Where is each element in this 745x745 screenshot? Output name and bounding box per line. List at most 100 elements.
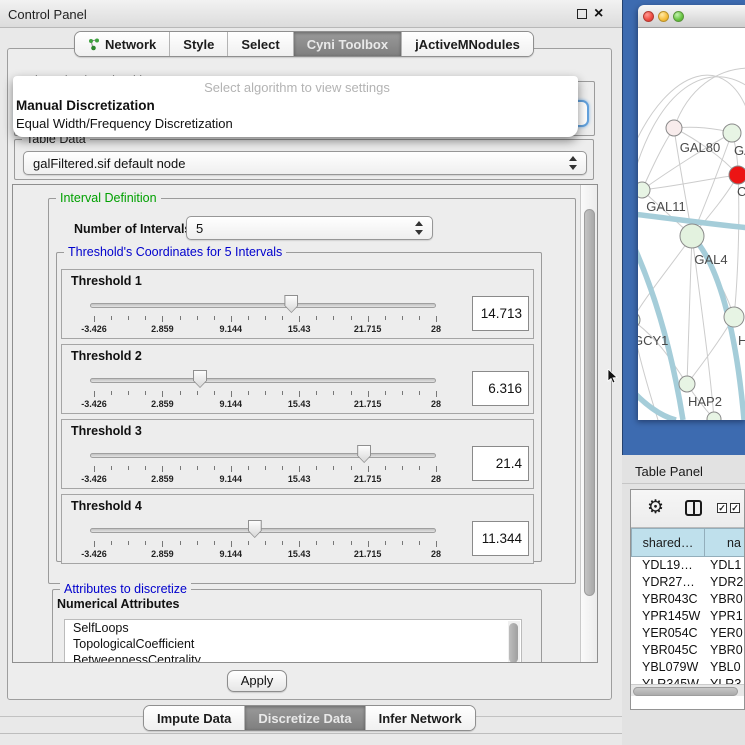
slider-tick	[111, 466, 112, 470]
attribute-list-item[interactable]: SelfLoops	[65, 620, 521, 636]
table-row[interactable]: YBL079WYBL0	[631, 659, 745, 676]
threshold-value-field[interactable]: 6.316	[472, 371, 529, 406]
slider-tick	[436, 541, 437, 547]
column-header-shared-name[interactable]: shared…	[631, 528, 705, 557]
slider-tick-label: 21.715	[354, 549, 382, 559]
threshold-slider-thumb[interactable]	[284, 295, 298, 313]
network-edge[interactable]	[687, 236, 692, 384]
algorithm-option[interactable]: Equal Width/Frequency Discretization	[13, 115, 578, 133]
threshold-value-field[interactable]: 11.344	[472, 521, 529, 556]
node-pink[interactable]	[666, 120, 682, 136]
columns-icon[interactable]	[685, 500, 702, 516]
table-row[interactable]: YDL19…YDL1	[631, 557, 745, 574]
tab-cyni-toolbox[interactable]: Cyni Toolbox	[294, 32, 402, 56]
node-gal4[interactable]	[680, 224, 704, 248]
threshold-panel-3: Threshold 3-3.4262.8599.14415.4321.71528…	[61, 419, 534, 489]
close-traffic-light-icon[interactable]	[643, 11, 654, 22]
slider-tick	[231, 466, 232, 472]
node-right[interactable]	[724, 307, 744, 327]
threshold-label: Threshold 2	[71, 349, 142, 363]
table-row[interactable]: YER054CYER0	[631, 625, 745, 642]
attributes-list-scrollbar[interactable]	[508, 621, 520, 663]
cell-name: YDR2	[705, 574, 745, 591]
gear-icon[interactable]: ⚙	[647, 497, 664, 519]
table-row[interactable]: YLR345WYLR3	[631, 676, 745, 684]
slider-tick-label: 2.859	[151, 324, 174, 334]
slider-tick	[436, 316, 437, 322]
node-gal11[interactable]	[638, 182, 650, 198]
algorithm-placeholder-option[interactable]: Select algorithm to view settings	[13, 79, 578, 97]
slider-tick-label: 15.43	[288, 324, 311, 334]
cell-name: YBL0	[705, 659, 745, 676]
node-hap2[interactable]	[679, 376, 695, 392]
table-data-select[interactable]: galFiltered.sif default node	[23, 151, 587, 175]
network-edge[interactable]	[687, 317, 734, 384]
tab-network[interactable]: Network	[75, 32, 170, 56]
float-window-icon[interactable]	[577, 9, 587, 19]
tab-select[interactable]: Select	[228, 32, 293, 56]
threshold-slider-track[interactable]	[90, 453, 436, 458]
tab-label: Network	[105, 37, 156, 52]
table-row[interactable]: YBR045CYBR0	[631, 642, 745, 659]
threshold-slider-thumb[interactable]	[193, 370, 207, 388]
network-edge-highlighted[interactable]	[638, 238, 683, 420]
number-of-intervals-select[interactable]: 5	[186, 216, 433, 240]
tab-label: Infer Network	[379, 711, 462, 726]
settings-vertical-scrollbar[interactable]	[580, 185, 597, 662]
checkbox-icon[interactable]: ✓	[730, 503, 740, 513]
chevron-up-down-icon	[569, 156, 578, 170]
node-label: GAL11	[646, 199, 686, 214]
cell-shared-name: YER054C	[631, 625, 705, 642]
threshold-slider-track[interactable]	[90, 528, 436, 533]
threshold-value-field[interactable]: 21.4	[472, 446, 529, 481]
slider-tick-label: 15.43	[288, 549, 311, 559]
network-edge[interactable]	[642, 175, 738, 190]
apply-button[interactable]: Apply	[227, 670, 287, 692]
node-table: ⚙ ✓ ✓ shared… na YDL19…YDL1YDR27…YDR2YBR…	[630, 489, 745, 710]
attribute-list-item[interactable]: TopologicalCoefficient	[65, 636, 521, 652]
algorithm-option[interactable]: Manual Discretization	[13, 97, 578, 115]
slider-tick	[368, 541, 369, 547]
network-canvas[interactable]: GAL80GACGAL11GAL4GCY1HHAP2	[638, 28, 745, 420]
threshold-slider-thumb[interactable]	[248, 520, 262, 538]
minimize-traffic-light-icon[interactable]	[658, 11, 669, 22]
tab-label: Select	[241, 37, 279, 52]
zoom-traffic-light-icon[interactable]	[673, 11, 684, 22]
table-row[interactable]: YBR043CYBR0	[631, 591, 745, 608]
slider-tick	[299, 391, 300, 397]
close-window-icon[interactable]: ×	[594, 4, 603, 24]
slider-tick	[436, 466, 437, 472]
network-edge[interactable]	[642, 128, 674, 190]
slider-tick	[282, 541, 283, 545]
tab-jactivemnodules[interactable]: jActiveMNodules	[402, 32, 533, 56]
network-icon	[88, 38, 100, 51]
node-green-top[interactable]	[723, 124, 741, 142]
node-label: GAL4	[694, 252, 727, 267]
slider-tick-label: 9.144	[220, 324, 243, 334]
table-row[interactable]: YDR27…YDR2	[631, 574, 745, 591]
cell-shared-name: YBR045C	[631, 642, 705, 659]
tab-infer-network[interactable]: Infer Network	[366, 706, 475, 730]
cell-name: YBR0	[705, 642, 745, 659]
node-label: GCY1	[638, 333, 668, 348]
threshold-value-field[interactable]: 14.713	[472, 296, 529, 331]
table-row[interactable]: YPR145WYPR1	[631, 608, 745, 625]
threshold-coordinates-title: Threshold's Coordinates for 5 Intervals	[64, 245, 286, 259]
slider-tick	[385, 391, 386, 395]
node-label: GAL80	[680, 140, 720, 155]
tab-impute-data[interactable]: Impute Data	[144, 706, 245, 730]
threshold-slider-thumb[interactable]	[357, 445, 371, 463]
divider	[622, 483, 745, 484]
threshold-panel-2: Threshold 2-3.4262.8599.14415.4321.71528…	[61, 344, 534, 414]
checkbox-icon[interactable]: ✓	[717, 503, 727, 513]
tab-style[interactable]: Style	[170, 32, 228, 56]
column-header-name[interactable]: na	[705, 528, 745, 557]
threshold-slider-track[interactable]	[90, 378, 436, 383]
node-red[interactable]	[729, 166, 745, 184]
tab-discretize-data[interactable]: Discretize Data	[245, 706, 365, 730]
slider-tick	[316, 391, 317, 395]
numerical-attributes-list[interactable]: SelfLoopsTopologicalCoefficientBetweenne…	[64, 619, 522, 663]
table-horizontal-scrollbar[interactable]	[631, 684, 744, 696]
threshold-slider-track[interactable]	[90, 303, 436, 308]
attribute-list-item[interactable]: BetweennessCentrality	[65, 652, 521, 663]
